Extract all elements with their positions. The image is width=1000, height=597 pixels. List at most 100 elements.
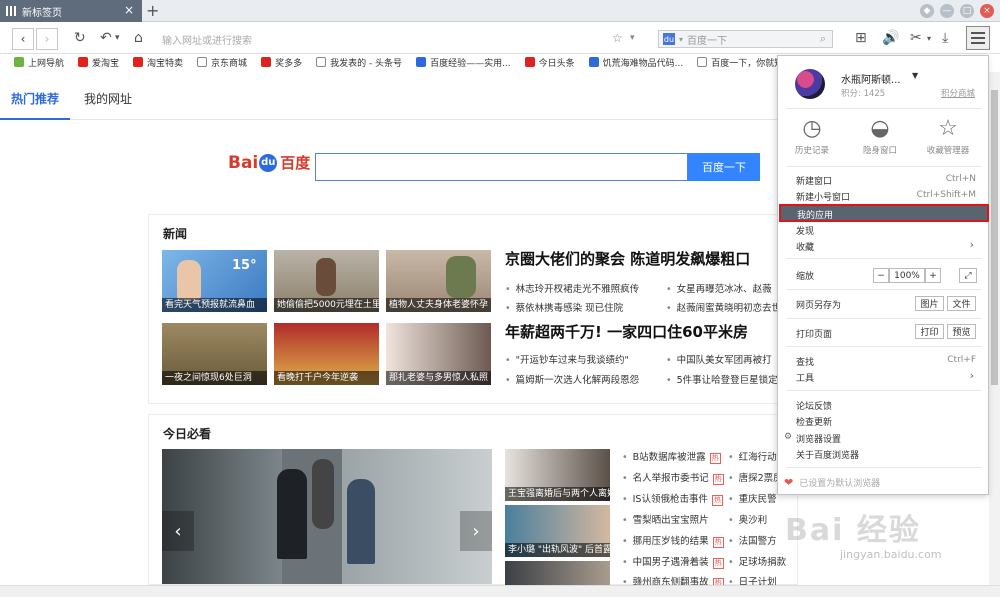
address-input[interactable]: 输入网址或进行搜索: [162, 30, 650, 48]
close-window-button[interactable]: ×: [980, 4, 994, 18]
news-link[interactable]: 5件事让哈登登巨星锁定: [666, 372, 778, 386]
tab-my-sites[interactable]: 我的网址: [84, 90, 132, 107]
menu-check-update[interactable]: 检查更新: [796, 415, 832, 428]
today-link[interactable]: 挪用压岁钱的结果热: [622, 533, 724, 548]
search-engine-caret-icon[interactable]: ▾: [679, 35, 683, 44]
baidu-logo[interactable]: Bai du 百度: [228, 152, 310, 173]
favorites-manager-button[interactable]: ☆ 收藏管理器: [914, 116, 982, 166]
today-thumb[interactable]: [505, 561, 610, 585]
menu-forum-feedback[interactable]: 论坛反馈: [796, 399, 832, 412]
menu-new-small-window[interactable]: 新建小号窗口: [796, 190, 850, 203]
news-thumb[interactable]: 看晚打千户今年逆袭: [274, 323, 379, 385]
download-icon[interactable]: ⤓: [942, 30, 948, 46]
baidu-search-input[interactable]: [315, 153, 688, 181]
undo-caret-icon[interactable]: ▾: [115, 33, 120, 43]
news-link[interactable]: 林志玲开杈裙走光不雅照疯传: [505, 281, 640, 295]
search-input[interactable]: du ▾ 百度一下 ⌕: [658, 30, 833, 48]
bookmark-item[interactable]: 饥荒海难物品代码...: [588, 56, 683, 69]
bookmark-item[interactable]: 今日头条: [524, 56, 575, 69]
today-link[interactable]: 红海行动: [728, 449, 777, 463]
new-tab-button[interactable]: +: [146, 1, 159, 20]
user-caret-icon[interactable]: ▼: [912, 71, 918, 80]
prev-slide-icon[interactable]: ‹: [162, 511, 194, 551]
main-menu-button[interactable]: [966, 26, 990, 50]
close-tab-icon[interactable]: ×: [124, 3, 134, 17]
next-slide-icon[interactable]: ›: [460, 511, 492, 551]
minimize-button[interactable]: —: [940, 4, 954, 18]
news-headline[interactable]: 年薪超两千万! 一家四口住60平米房: [505, 321, 748, 342]
skin-icon[interactable]: ◆: [920, 4, 934, 18]
bookmark-item[interactable]: 百度经验——实用...: [416, 56, 511, 69]
forward-button[interactable]: ›: [36, 28, 58, 50]
news-link[interactable]: 篇姆斯一次选人化解两段恩怨: [505, 372, 640, 386]
star-caret-icon[interactable]: ▾: [630, 33, 635, 43]
screenshot-icon[interactable]: ✂: [910, 30, 922, 46]
menu-my-apps[interactable]: 我的应用: [779, 204, 989, 222]
horizontal-scrollbar[interactable]: [0, 585, 1000, 597]
news-link[interactable]: 赵薇闹蜜黄晓明初恋去世: [666, 300, 782, 314]
news-link[interactable]: 中国队美女军团再被打: [666, 352, 772, 366]
bookmark-item[interactable]: 我发表的 - 头条号: [316, 56, 402, 69]
today-thumb[interactable]: 李小璐 "出轨风波" 后首露: [505, 505, 610, 557]
back-button[interactable]: ‹: [12, 28, 34, 50]
menu-tools[interactable]: 工具: [796, 371, 814, 384]
menu-about[interactable]: 关于百度浏览器: [796, 448, 859, 461]
today-link[interactable]: 奥沙利: [728, 512, 768, 526]
tab-new-tab[interactable]: 新标签页 ×: [0, 0, 142, 22]
baidu-search-button[interactable]: 百度一下: [688, 153, 760, 181]
news-link[interactable]: "开运钞车过来与我谈绩约": [505, 352, 629, 366]
today-link[interactable]: 法国警方: [728, 533, 777, 547]
today-link[interactable]: IS认领俄枪击事件热: [622, 491, 723, 506]
maximize-button[interactable]: □: [960, 4, 974, 18]
volume-icon[interactable]: 🔊: [882, 30, 899, 46]
tab-hot-recommend[interactable]: 热门推荐: [11, 90, 59, 107]
bookmark-item[interactable]: 奖多多: [261, 56, 302, 69]
save-image-button[interactable]: 图片: [915, 296, 944, 311]
bookmark-item[interactable]: 上网导航: [14, 56, 64, 69]
menu-favorites[interactable]: 收藏: [796, 240, 814, 253]
apps-icon[interactable]: ⊞: [855, 30, 867, 46]
news-thumb[interactable]: 植物人丈夫身体老婆怀孕: [386, 250, 491, 312]
menu-discover[interactable]: 发现: [796, 224, 814, 237]
menu-new-window[interactable]: 新建窗口: [796, 174, 832, 187]
today-link[interactable]: 足球场捐款: [728, 554, 787, 568]
today-feature-image[interactable]: ‹ ›: [162, 449, 492, 584]
home-icon[interactable]: ⌂: [134, 30, 143, 46]
zoom-in-button[interactable]: +: [925, 268, 941, 283]
bookmark-item[interactable]: 爱淘宝: [78, 56, 119, 69]
print-preview-button[interactable]: 预览: [947, 324, 976, 339]
zoom-out-button[interactable]: −: [873, 268, 889, 283]
reload-icon[interactable]: ↻: [74, 30, 86, 46]
news-thumb[interactable]: 15° 看完天气预报就流鼻血: [162, 250, 267, 312]
incognito-button[interactable]: ◒ 隐身窗口: [846, 116, 914, 166]
today-link[interactable]: 雪梨晒出宝宝照片: [622, 512, 709, 526]
news-link[interactable]: 女星再曝范冰冰、赵薇: [666, 281, 772, 295]
save-file-button[interactable]: 文件: [947, 296, 976, 311]
star-icon[interactable]: ☆: [612, 31, 623, 45]
bookmark-item[interactable]: 淘宝特卖: [133, 56, 183, 69]
user-name[interactable]: 水瓶阿斯顿...: [841, 71, 901, 86]
fullscreen-icon[interactable]: ⤢: [959, 268, 977, 283]
scrollbar-thumb[interactable]: [991, 90, 998, 385]
news-thumb[interactable]: 她偷偷把5000元埋在土里: [274, 250, 379, 312]
today-thumb[interactable]: 王宝强离婚后与两个人离婚: [505, 449, 610, 501]
today-link[interactable]: 重庆民警: [728, 491, 777, 505]
avatar[interactable]: [795, 69, 825, 99]
undo-icon[interactable]: ↶: [100, 30, 112, 46]
news-headline[interactable]: 京圈大佬们的聚会 陈道明发飙爆粗口: [505, 248, 750, 269]
search-icon[interactable]: ⌕: [820, 32, 826, 46]
today-link[interactable]: 中国男子遇滑着装热: [622, 554, 724, 569]
today-link[interactable]: 名人举报市委书记热: [622, 470, 724, 485]
bookmark-item[interactable]: 京东商城: [197, 56, 247, 69]
today-link[interactable]: 唐探2票房: [728, 470, 783, 484]
menu-browser-settings[interactable]: 浏览器设置: [796, 432, 841, 445]
screenshot-caret-icon[interactable]: ▾: [927, 34, 931, 43]
history-button[interactable]: ◷ 历史记录: [778, 116, 846, 166]
news-link[interactable]: 蔡依林携毒感染 现已住院: [505, 300, 624, 314]
menu-find[interactable]: 查找: [796, 355, 814, 368]
today-link[interactable]: B站数据库被泄露热: [622, 449, 721, 464]
news-thumb[interactable]: 一夜之间惊现6处巨洞: [162, 323, 267, 385]
points-mall-link[interactable]: 积分商城: [941, 87, 975, 99]
print-button[interactable]: 打印: [915, 324, 944, 339]
news-thumb[interactable]: 那扎老婆与多男惊人私照: [386, 323, 491, 385]
